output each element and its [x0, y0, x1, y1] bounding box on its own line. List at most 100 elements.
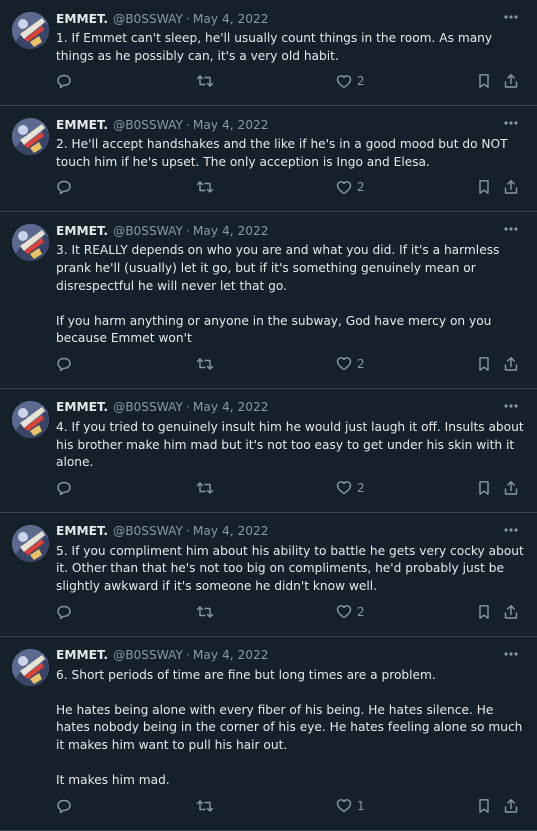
- tweet-date[interactable]: May 4, 2022: [193, 648, 269, 662]
- heart-icon: [336, 180, 352, 195]
- like-button[interactable]: 2: [336, 354, 365, 374]
- reply-icon: [57, 481, 71, 495]
- reply-button[interactable]: [56, 71, 72, 91]
- bookmark-button[interactable]: [477, 602, 491, 622]
- tweet-date[interactable]: May 4, 2022: [193, 524, 269, 538]
- share-button[interactable]: [503, 478, 519, 498]
- bookmark-icon: [479, 74, 489, 89]
- author-name[interactable]: EMMET.: [56, 524, 108, 538]
- more-options-button[interactable]: [503, 117, 519, 129]
- more-options-button[interactable]: [503, 223, 519, 235]
- author-handle[interactable]: @B0SSWAY: [113, 648, 183, 662]
- heart-icon: [336, 605, 352, 619]
- reply-button[interactable]: [56, 796, 72, 816]
- avatar[interactable]: [12, 12, 49, 49]
- retweet-button[interactable]: [196, 478, 214, 498]
- tweet-actions: 2: [56, 478, 527, 512]
- share-icon: [504, 357, 518, 371]
- author-handle[interactable]: @B0SSWAY: [113, 12, 183, 26]
- reply-button[interactable]: [56, 177, 72, 197]
- author-name[interactable]: EMMET.: [56, 12, 108, 26]
- tweet-date[interactable]: May 4, 2022: [193, 400, 269, 414]
- tweet[interactable]: EMMET. @B0SSWAY · May 4, 2022 4. If you …: [0, 389, 537, 513]
- reply-icon: [57, 357, 71, 372]
- author-name[interactable]: EMMET.: [56, 118, 108, 132]
- share-button[interactable]: [503, 796, 519, 816]
- tweet-date[interactable]: May 4, 2022: [193, 12, 269, 26]
- bookmark-button[interactable]: [477, 478, 491, 498]
- tweet-date[interactable]: May 4, 2022: [193, 224, 269, 238]
- like-count: 2: [357, 356, 365, 371]
- retweet-icon: [196, 799, 214, 812]
- author-name[interactable]: EMMET.: [56, 224, 108, 238]
- retweet-button[interactable]: [196, 354, 214, 374]
- share-icon: [504, 480, 518, 495]
- tweet[interactable]: EMMET. @B0SSWAY · May 4, 2022 5. If you …: [0, 513, 537, 637]
- more-icon: [504, 528, 518, 532]
- author-handle[interactable]: @B0SSWAY: [113, 524, 183, 538]
- tweet-text: 2. He'll accept handshakes and the like …: [56, 137, 508, 169]
- heart-icon: [336, 74, 352, 88]
- reply-button[interactable]: [56, 478, 72, 498]
- tweet-header: EMMET. @B0SSWAY · May 4, 2022: [56, 523, 527, 540]
- bookmark-button[interactable]: [477, 796, 491, 816]
- heart-icon: [336, 357, 352, 371]
- bookmark-button[interactable]: [477, 71, 491, 91]
- tweet[interactable]: EMMET. @B0SSWAY · May 4, 2022 6. Short p…: [0, 637, 537, 831]
- reply-icon: [57, 799, 71, 813]
- share-icon: [504, 180, 518, 195]
- share-icon: [504, 798, 518, 813]
- tweet[interactable]: EMMET. @B0SSWAY · May 4, 2022 2. He'll a…: [0, 106, 537, 213]
- author-handle[interactable]: @B0SSWAY: [113, 400, 183, 414]
- like-count: 2: [357, 74, 365, 89]
- bookmark-button[interactable]: [477, 177, 491, 197]
- retweet-button[interactable]: [196, 177, 214, 197]
- tweet[interactable]: EMMET. @B0SSWAY · May 4, 2022 1. If Emme…: [0, 0, 537, 107]
- tweet-text: 4. If you tried to genuinely insult him …: [56, 419, 524, 470]
- share-button[interactable]: [503, 602, 519, 622]
- separator-dot: ·: [186, 524, 190, 539]
- tweet-header: EMMET. @B0SSWAY · May 4, 2022: [56, 399, 527, 416]
- author-name[interactable]: EMMET.: [56, 648, 108, 662]
- avatar[interactable]: [12, 400, 49, 438]
- like-button[interactable]: 2: [336, 478, 365, 498]
- more-options-button[interactable]: [503, 524, 519, 536]
- tweet-text: 6. Short periods of time are fine but lo…: [56, 667, 523, 788]
- like-button[interactable]: 2: [336, 177, 365, 197]
- like-button[interactable]: 2: [336, 71, 365, 91]
- avatar[interactable]: [12, 224, 49, 262]
- share-button[interactable]: [503, 354, 519, 374]
- heart-icon: [336, 799, 352, 813]
- separator-dot: ·: [186, 11, 190, 26]
- author-name[interactable]: EMMET.: [56, 400, 108, 414]
- tweet-header: EMMET. @B0SSWAY · May 4, 2022: [56, 647, 527, 664]
- more-options-button[interactable]: [503, 648, 519, 660]
- avatar[interactable]: [12, 648, 49, 686]
- more-options-button[interactable]: [503, 400, 519, 412]
- bookmark-icon: [479, 357, 489, 371]
- reply-button[interactable]: [56, 602, 72, 622]
- reply-icon: [57, 605, 71, 619]
- avatar[interactable]: [12, 118, 49, 156]
- retweet-icon: [196, 605, 214, 618]
- retweet-button[interactable]: [196, 602, 214, 622]
- like-button[interactable]: 2: [336, 602, 365, 622]
- separator-dot: ·: [186, 648, 190, 662]
- author-handle[interactable]: @B0SSWAY: [113, 224, 183, 238]
- retweet-button[interactable]: [196, 71, 214, 91]
- bookmark-button[interactable]: [477, 354, 491, 374]
- more-options-button[interactable]: [503, 11, 519, 23]
- avatar[interactable]: [12, 524, 49, 562]
- share-button[interactable]: [503, 177, 519, 197]
- tweet-actions: 2: [56, 354, 527, 388]
- like-button[interactable]: 1: [336, 796, 365, 816]
- tweet[interactable]: EMMET. @B0SSWAY · May 4, 2022 3. It REAL…: [0, 212, 537, 389]
- tweet-actions: 2: [56, 602, 527, 636]
- retweet-button[interactable]: [196, 796, 214, 816]
- more-icon: [504, 651, 518, 656]
- author-handle[interactable]: @B0SSWAY: [113, 118, 183, 132]
- reply-button[interactable]: [56, 354, 72, 374]
- tweet-date[interactable]: May 4, 2022: [193, 118, 269, 132]
- more-icon: [504, 15, 518, 19]
- share-button[interactable]: [503, 71, 519, 91]
